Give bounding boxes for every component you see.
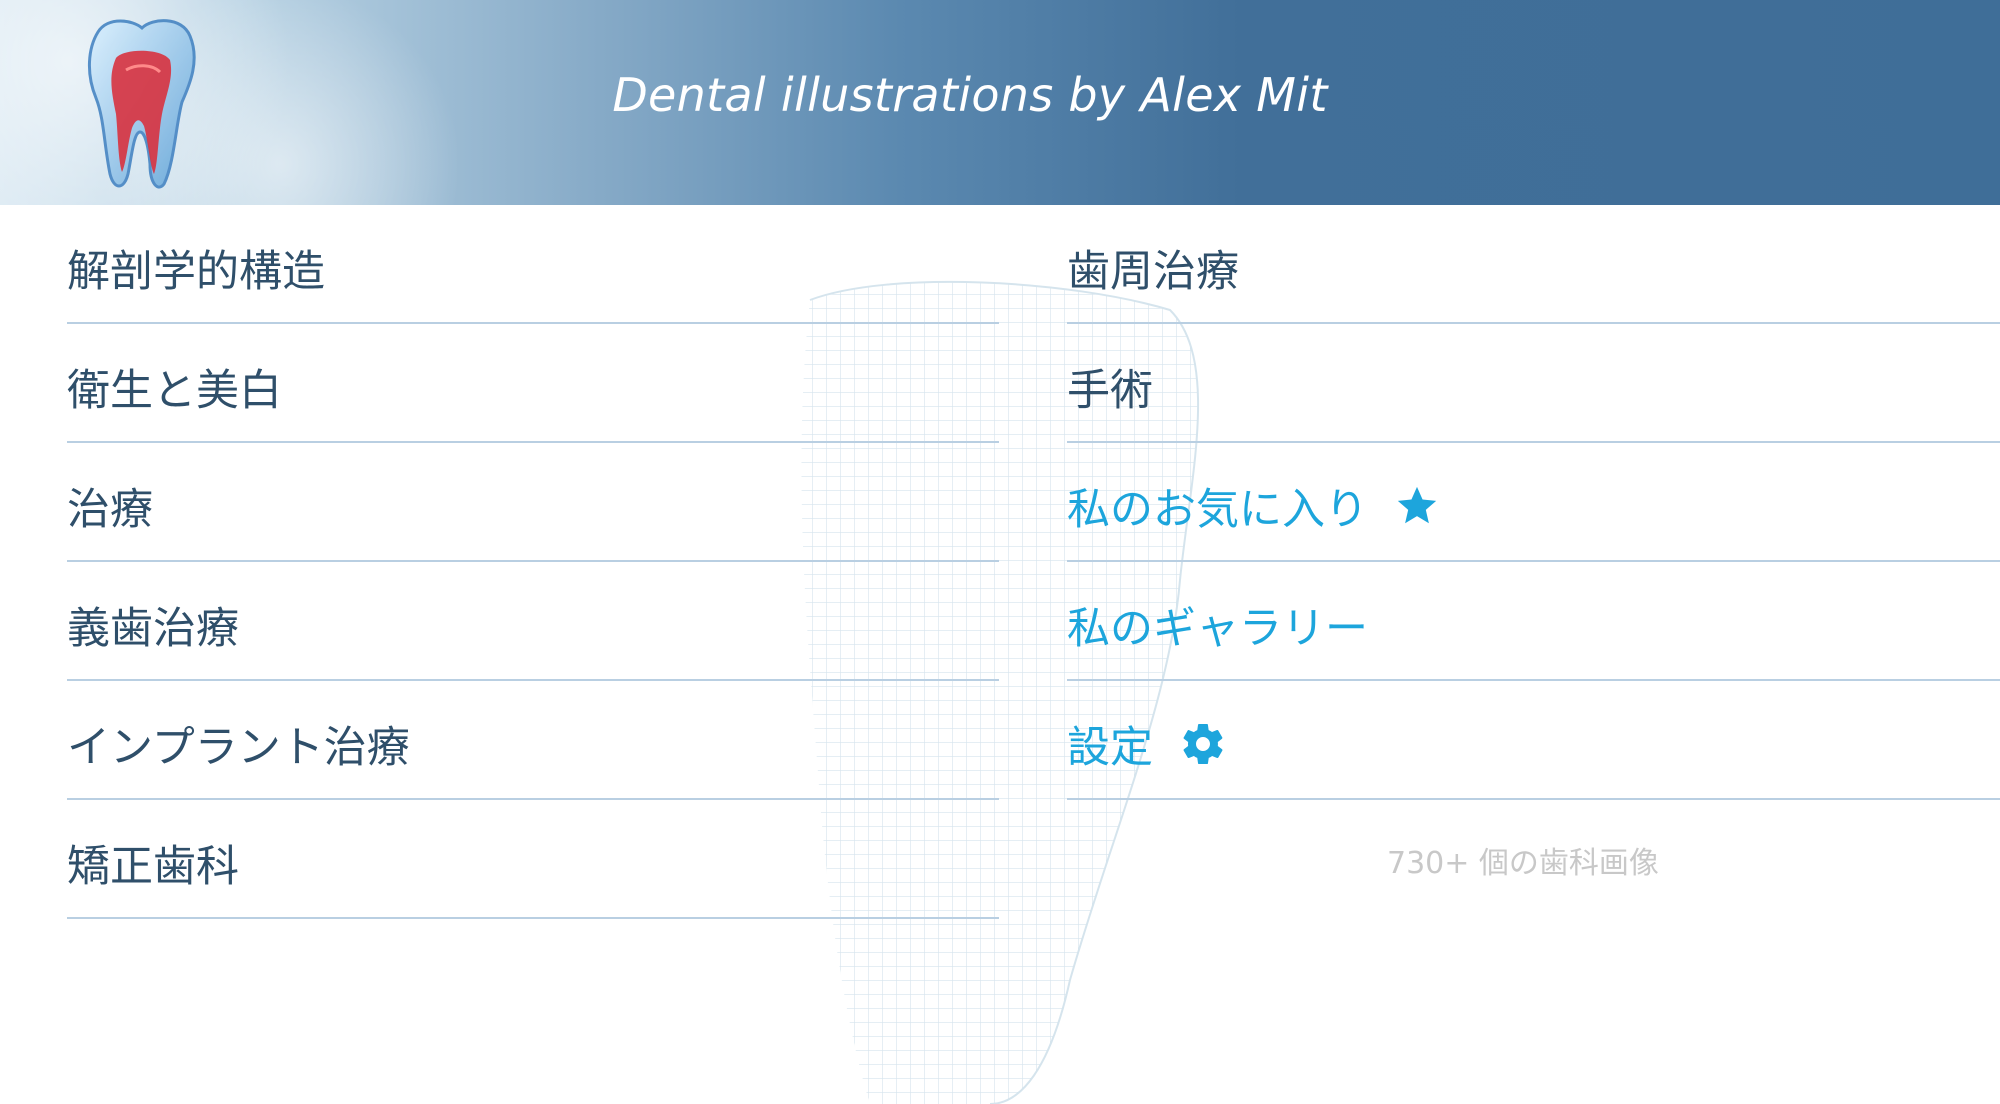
gear-icon — [1179, 720, 1227, 768]
menu-left-column: 解剖学的構造 衛生と美白 治療 義歯治療 インプラント治療 矯正歯科 — [67, 205, 999, 919]
menu-item-label: 設定 — [1067, 722, 1153, 773]
menu-item-settings[interactable]: 設定 — [1067, 681, 2000, 800]
menu-item-label: 矯正歯科 — [67, 841, 239, 892]
menu-item-prosthodontics[interactable]: 義歯治療 — [67, 562, 999, 681]
menu-item-label: 私のお気に入り — [1067, 484, 1368, 535]
menu-item-label: 衛生と美白 — [67, 365, 282, 416]
menu-item-periodontics[interactable]: 歯周治療 — [1067, 205, 2000, 324]
image-count-caption: 730+ 個の歯科画像 — [1387, 846, 1659, 881]
menu-item-orthodontics[interactable]: 矯正歯科 — [67, 800, 999, 919]
menu-item-gallery[interactable]: 私のギャラリー — [1067, 562, 2000, 681]
app-title: Dental illustrations by Alex Mit — [612, 68, 1328, 122]
menu-item-label: 私のギャラリー — [1067, 603, 1368, 654]
menu-item-surgery[interactable]: 手術 — [1067, 324, 2000, 443]
menu-item-label: インプラント治療 — [67, 722, 410, 773]
menu-item-label: 歯周治療 — [1067, 246, 1239, 297]
menu-item-label: 手術 — [1067, 365, 1153, 416]
menu-item-treatment[interactable]: 治療 — [67, 443, 999, 562]
menu-item-label: 義歯治療 — [67, 603, 239, 654]
menu-item-label: 治療 — [67, 484, 153, 535]
menu-item-anatomy[interactable]: 解剖学的構造 — [67, 205, 999, 324]
app-header: Dental illustrations by Alex Mit — [0, 0, 2000, 205]
menu-right-column: 歯周治療 手術 私のお気に入り 私のギャラリー 設定 — [1067, 205, 2000, 800]
menu-item-implants[interactable]: インプラント治療 — [67, 681, 999, 800]
menu-item-label: 解剖学的構造 — [67, 246, 325, 297]
menu-item-favorites[interactable]: 私のお気に入り — [1067, 443, 2000, 562]
menu-item-hygiene[interactable]: 衛生と美白 — [67, 324, 999, 443]
star-icon — [1394, 483, 1440, 529]
